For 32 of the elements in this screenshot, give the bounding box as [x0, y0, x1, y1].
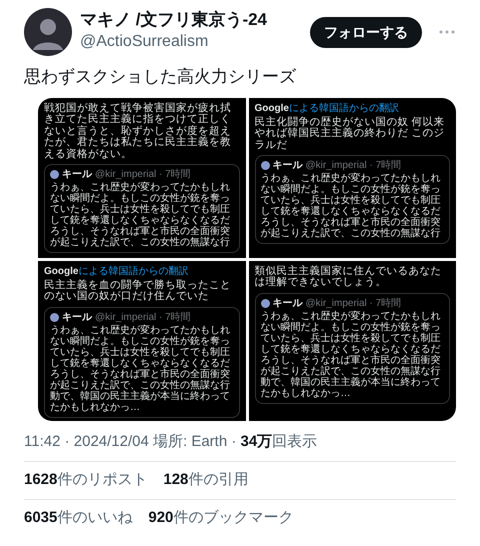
avatar	[260, 161, 270, 170]
quoted-author: キール	[272, 160, 302, 172]
avatar	[50, 312, 59, 322]
post-text: 戦犯国が敢えて戦争被害国家が疲れ拭き立てた民主主義に指をつけて正しくないと言うと、恥ずかしさが度を超えたが、君たちは私たちに民主主義を教える資格がない。	[44, 102, 232, 160]
quoted-handle: @kir_imperial · 7時間	[95, 312, 191, 323]
quoted-author: キール	[62, 312, 92, 323]
quoted-handle: @kir_imperial · 7時間	[95, 169, 191, 180]
tweet-text: 思わずスクショした高火力シリーズ	[24, 66, 297, 88]
quoted-author: キール	[272, 298, 302, 309]
quoted-text: うわぁ、これ歴史が変わってたかもしれない瞬間だよ。もしこの女性が銃を奪っていたら、兵士は女性を殺してでも制圧して銃を奪還しなくちゃならなくなるだろうし、そうなれば軍と市民の全面衝突が起こりえた訳で、この女性の無謀な行動で、韓国の民主主義が本当に終わってたかもしれなかっ…	[260, 310, 442, 399]
quoted-handle: @kir_imperial · 7時間	[306, 160, 402, 172]
stat-count[interactable]: 1628件のリポスト	[24, 469, 148, 492]
avatar	[50, 170, 59, 180]
display-name: マキノ /文フリ東京う-24	[80, 10, 268, 30]
stat-count[interactable]: 920件のブックマーク	[148, 506, 294, 529]
avatar[interactable]	[24, 8, 72, 56]
post-text: 民主主義を血の闘争で勝ち取ったことのない国の奴が口だけ住んでいた	[44, 280, 232, 303]
translation-label: Googleによる韓国語からの翻訳	[254, 102, 400, 114]
quoted-text: うわぁ、これ歴史が変わってたかもしれない瞬間だよ。もしこの女性が銃を奪っていたら、兵士は女性を殺してでも制圧して銃を奪還しなくちゃならなくなるだろうし、そうなれば軍と市民の全面衝突が起こりえた訳で、この女性の無謀な行動で、韓国の民主主義が本当に終わってたかもしれなかっ…	[50, 324, 231, 413]
quoted-text: うわぁ、これ歴史が変わってたかもしれない瞬間だよ。もしこの女性が銃を奪っていたら、兵士は女性を殺してでも制圧して銃を奪還しなくちゃならなくなるだろうし、そうなれば軍と市民の全面衝突が起こりえた訳で、この女性の無謀な行	[260, 173, 442, 240]
stat-count[interactable]: 128件の引用	[163, 469, 248, 492]
user-handle: @ActioSurrealism	[80, 32, 210, 52]
follow-button[interactable]: フォローする	[310, 16, 422, 48]
post-text: 類似民主主義国家に住んでいるあなたは理解できないでしょう。	[254, 266, 442, 289]
quoted-author: キール	[62, 169, 92, 180]
translation-label: Googleによる韓国語からの翻訳	[44, 266, 190, 276]
quoted-handle: @kir_imperial · 7時間	[306, 298, 402, 309]
quoted-text: うわぁ、これ歴史が変わってたかもしれない瞬間だよ。もしこの女性が銃を奪っていたら、兵士は女性を殺してでも制圧して銃を奪還しなくちゃならなくなるだろうし、そうなれば軍と市民の全面衝突が起こりえた訳で、この女性の無謀な行	[50, 182, 231, 248]
post-text: 民主化闘争の歴史がない国の奴 何以来やれば韓国民主主義の終わりだ このジラルだ	[254, 116, 446, 152]
avatar	[260, 298, 270, 308]
stat-count[interactable]: 6035件のいいね	[24, 506, 132, 529]
post-meta: 11:42 · 2024/12/04 場所: Earth · 34万回表示	[24, 420, 456, 462]
